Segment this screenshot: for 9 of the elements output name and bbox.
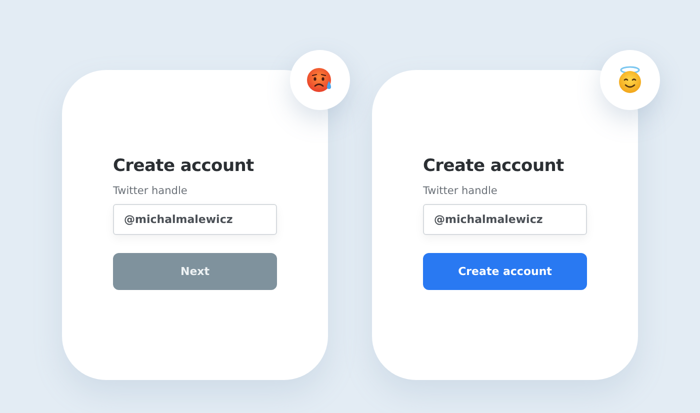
halo-face-icon <box>616 65 644 95</box>
field-label: Twitter handle <box>113 185 188 197</box>
form-title: Create account <box>113 156 255 176</box>
handle-input-field[interactable]: @michalmalewicz <box>113 204 277 235</box>
sad-face-icon <box>306 66 334 94</box>
form-title: Create account <box>423 156 565 176</box>
handle-input-field[interactable]: @michalmalewicz <box>423 204 587 235</box>
field-label: Twitter handle <box>423 185 498 197</box>
submit-button[interactable]: Create account <box>423 253 587 290</box>
